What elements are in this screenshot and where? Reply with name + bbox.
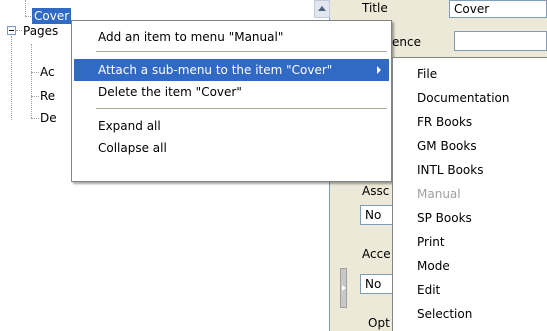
tree-line bbox=[31, 72, 39, 73]
splitter-handle[interactable] bbox=[340, 268, 347, 308]
tree-node-cover[interactable]: Cover bbox=[32, 8, 72, 24]
tree-line bbox=[31, 118, 39, 119]
tree-line bbox=[16, 30, 22, 31]
submenu: File Documentation FR Books GM Books INT… bbox=[392, 57, 547, 331]
submenu-item-file[interactable]: File bbox=[395, 62, 547, 86]
submenu-item-fr-books[interactable]: FR Books bbox=[395, 110, 547, 134]
title-label: Title bbox=[362, 1, 388, 15]
submenu-item-gm-books[interactable]: GM Books bbox=[395, 134, 547, 158]
submenu-item-manual: Manual bbox=[417, 187, 461, 201]
assoc-select[interactable]: No bbox=[360, 205, 394, 225]
submenu-item-mode[interactable]: Mode bbox=[395, 254, 547, 278]
menu-item-attach-submenu[interactable]: Attach a sub-menu to the item "Cover" bbox=[74, 59, 389, 81]
access-label: Acce bbox=[362, 247, 391, 261]
tree-line bbox=[25, 16, 31, 17]
menu-item-add-item[interactable]: Add an item to menu "Manual" bbox=[74, 26, 389, 48]
submenu-item-sp-books[interactable]: SP Books bbox=[395, 206, 547, 230]
tree-node-child[interactable]: Ac bbox=[40, 64, 55, 80]
menu-item-expand-all[interactable]: Expand all bbox=[74, 115, 389, 137]
scroll-up-icon[interactable] bbox=[314, 0, 330, 18]
tree-node-child[interactable]: Re bbox=[40, 88, 55, 104]
tree-line bbox=[11, 36, 12, 120]
menu-item-collapse-all[interactable]: Collapse all bbox=[74, 137, 389, 159]
reference-field[interactable] bbox=[454, 31, 547, 51]
collapse-toggle-icon[interactable] bbox=[7, 26, 16, 35]
menu-separator bbox=[96, 108, 387, 109]
options-label: Opt bbox=[368, 316, 390, 330]
tree-node-child[interactable]: De bbox=[40, 110, 57, 126]
context-menu: Add an item to menu "Manual" Attach a su… bbox=[71, 20, 392, 182]
tree-node-pages[interactable]: Pages bbox=[23, 23, 58, 39]
tree-line bbox=[25, 0, 26, 16]
submenu-item-edit[interactable]: Edit bbox=[395, 278, 547, 302]
reference-label: ence bbox=[392, 35, 421, 49]
access-select[interactable]: No bbox=[360, 274, 394, 294]
submenu-item-print[interactable]: Print bbox=[395, 230, 547, 254]
tree-line bbox=[31, 96, 39, 97]
submenu-item-documentation[interactable]: Documentation bbox=[395, 86, 547, 110]
menu-item-delete[interactable]: Delete the item "Cover" bbox=[74, 81, 389, 103]
assoc-label: Assc bbox=[362, 184, 390, 198]
menu-separator bbox=[96, 51, 387, 52]
menu-item-label: Attach a sub-menu to the item "Cover" bbox=[98, 63, 333, 77]
title-field[interactable]: Cover bbox=[449, 0, 547, 18]
tree-line bbox=[31, 44, 32, 118]
submenu-item-selection[interactable]: Selection bbox=[395, 302, 547, 326]
submenu-arrow-icon bbox=[377, 66, 381, 74]
submenu-item-intl-books[interactable]: INTL Books bbox=[395, 158, 547, 182]
